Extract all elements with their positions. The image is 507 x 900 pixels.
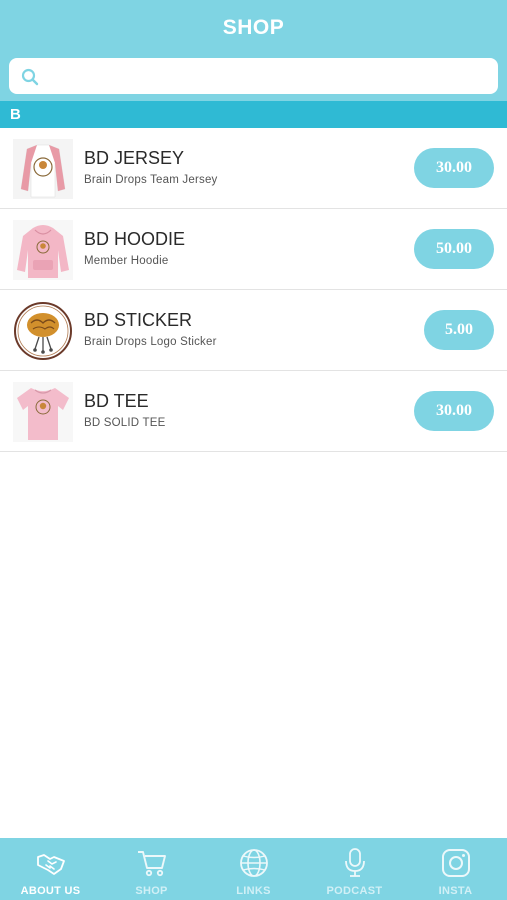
- tab-about-us[interactable]: ABOUT US: [0, 838, 101, 900]
- product-row-jersey[interactable]: BD JERSEY Brain Drops Team Jersey 30.00: [0, 128, 507, 209]
- tab-label: PODCAST: [326, 885, 383, 897]
- product-name: BD JERSEY: [84, 148, 185, 168]
- tab-shop[interactable]: SHOP: [101, 838, 202, 900]
- tab-label: LINKS: [236, 885, 271, 897]
- product-description: Brain Drops Team Jersey: [84, 174, 218, 186]
- app-header: SHOP: [0, 0, 507, 101]
- bottom-tab-bar: ABOUT US SHOP LINKS PODCAST INSTA: [0, 838, 507, 900]
- handshake-icon: [37, 854, 65, 875]
- price-button[interactable]: 5.00: [424, 310, 494, 350]
- section-header: B: [0, 101, 507, 128]
- price-button[interactable]: 30.00: [414, 391, 494, 431]
- globe-icon: [240, 849, 268, 877]
- tab-label: SHOP: [135, 885, 168, 897]
- search-icon: [21, 68, 39, 86]
- tee-icon: [13, 382, 73, 442]
- tab-podcast[interactable]: PODCAST: [304, 838, 405, 900]
- tab-links[interactable]: LINKS: [203, 838, 304, 900]
- product-description: BD SOLID TEE: [84, 417, 166, 429]
- microphone-icon: [345, 848, 365, 877]
- instagram-icon: [442, 849, 470, 877]
- search-input[interactable]: [49, 64, 493, 90]
- product-name: BD HOODIE: [84, 229, 186, 249]
- product-name: BD TEE: [84, 391, 149, 411]
- price-button[interactable]: 30.00: [414, 148, 494, 188]
- sticker-icon: [13, 301, 73, 361]
- price-button[interactable]: 50.00: [414, 229, 494, 269]
- search-bar[interactable]: [9, 58, 498, 94]
- product-row-hoodie[interactable]: BD HOODIE Member Hoodie 50.00: [0, 209, 507, 290]
- product-row-tee[interactable]: BD TEE BD SOLID TEE 30.00: [0, 371, 507, 452]
- jersey-icon: [13, 139, 73, 199]
- section-letter: B: [10, 106, 21, 123]
- product-name: BD STICKER: [84, 310, 193, 330]
- tab-label: INSTA: [438, 885, 473, 897]
- product-list: BD JERSEY Brain Drops Team Jersey 30.00 …: [0, 128, 507, 452]
- hoodie-icon: [13, 220, 73, 280]
- product-description: Member Hoodie: [84, 255, 169, 267]
- product-row-sticker[interactable]: BD STICKER Brain Drops Logo Sticker 5.00: [0, 290, 507, 371]
- product-description: Brain Drops Logo Sticker: [84, 336, 217, 348]
- tab-insta[interactable]: INSTA: [405, 838, 506, 900]
- page-title: SHOP: [222, 16, 285, 39]
- tab-label: ABOUT US: [20, 885, 81, 897]
- cart-icon: [138, 851, 166, 877]
